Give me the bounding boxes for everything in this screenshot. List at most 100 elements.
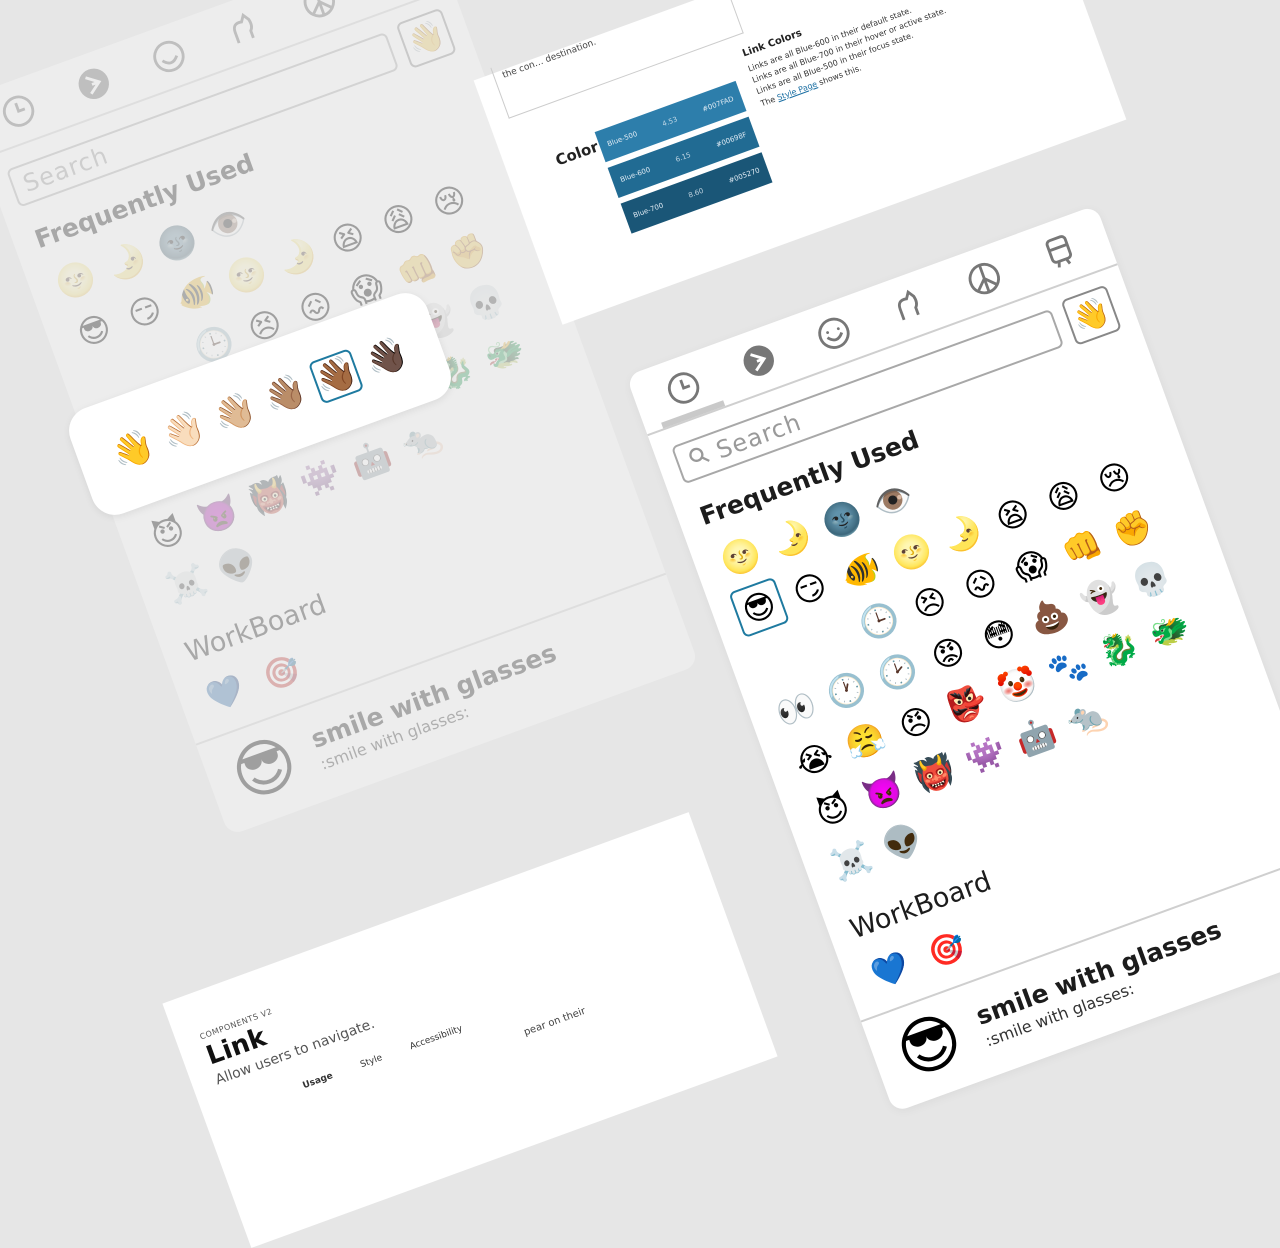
empty-cell [349, 138, 411, 200]
empty-cell [299, 157, 361, 219]
brand-b-icon[interactable] [734, 336, 783, 385]
emoji-cell[interactable]: 🐠 [830, 540, 892, 602]
emoji-cell[interactable]: 👺 [936, 673, 998, 735]
emoji-cell[interactable]: 🤖 [340, 429, 402, 491]
empty-cell [1153, 480, 1215, 542]
emoji-cell[interactable]: 👿 [853, 761, 915, 823]
skin-tone-option[interactable]: 👋🏿 [359, 330, 415, 386]
emoji-cell[interactable]: 😩 [368, 189, 430, 251]
emoji-cell[interactable]: 🌛 [96, 231, 158, 293]
emoji-cell[interactable]: 🌛 [761, 507, 823, 569]
emoji-cell[interactable]: 👽 [207, 535, 269, 597]
emoji-cell[interactable]: ☠️ [156, 554, 218, 616]
emoji-cell[interactable]: 😏 [779, 558, 841, 620]
emoji-cell[interactable]: 👁️ [862, 470, 924, 532]
emoji-cell[interactable]: 👿 [188, 484, 250, 546]
emoji-cell[interactable]: 😣 [899, 572, 961, 634]
emoji-cell[interactable]: 👾 [955, 724, 1017, 786]
color-heading: Color [553, 137, 601, 170]
brand-b-icon [69, 59, 118, 108]
swatch-name: Blue-700 [632, 201, 665, 220]
emoji-cell[interactable]: 😈 [137, 503, 199, 565]
emoji-cell[interactable]: 😩 [1033, 466, 1095, 528]
emoji-cell[interactable]: 🐠 [165, 263, 227, 325]
emoji-cell[interactable]: 👽 [872, 812, 934, 874]
emoji-cell[interactable]: 😳 [968, 604, 1030, 666]
emoji-cell[interactable]: 🐉 [1088, 618, 1150, 680]
emoji-cell[interactable]: 💩 [1019, 586, 1081, 648]
emoji-cell[interactable]: ☠️ [821, 830, 883, 892]
emoji-cell[interactable]: 🕒 [848, 590, 910, 652]
train-icon[interactable] [1035, 227, 1084, 276]
emoji-cell[interactable]: ✊ [1102, 498, 1164, 560]
emoji-cell[interactable]: 😢 [419, 171, 481, 233]
emoji-cell[interactable]: 🌛 [931, 503, 993, 565]
animal-icon[interactable] [885, 282, 934, 331]
doc-overline: COMPONENTS V2 [198, 1006, 274, 1042]
emoji-cell[interactable]: 😱 [1001, 535, 1063, 597]
emoji-cell[interactable]: 👊 [1051, 517, 1113, 579]
skin-tone-option[interactable]: 👋 [105, 422, 161, 478]
emoji-cell[interactable]: 👾 [290, 447, 352, 509]
emoji-cell[interactable]: 🌝 [45, 249, 107, 311]
link-doc-card: COMPONENTS V2 Link Allow users to naviga… [162, 812, 778, 1248]
emoji-cell[interactable]: 🕐 [816, 660, 878, 722]
skin-tone-option[interactable]: 👋🏾 [307, 348, 365, 405]
emoji-cell[interactable]: 🌝 [216, 244, 278, 306]
emoji-cell[interactable]: 🌚 [811, 489, 873, 551]
emoji-cell[interactable]: 😢 [1084, 447, 1146, 509]
emoji-cell[interactable]: 🐀 [391, 410, 453, 472]
emoji-cell[interactable]: 😎 [63, 300, 125, 362]
emoji-cell[interactable]: 🕑 [867, 641, 929, 703]
emoji-cell[interactable]: 👹 [904, 743, 966, 805]
clock-icon[interactable] [659, 364, 708, 413]
empty-cell [913, 452, 975, 514]
emoji-cell[interactable]: ✊ [437, 221, 499, 283]
emoji-cell[interactable]: 😏 [114, 281, 176, 343]
tab-style[interactable]: Style [359, 1053, 384, 1070]
emoji-cell[interactable]: 🐀 [1056, 687, 1118, 749]
emoji-cell[interactable]: 👻 [1070, 567, 1132, 629]
swatch-hex: #005270 [727, 166, 761, 185]
emoji-cell[interactable]: 😭 [784, 729, 846, 791]
swatch-name: Blue-500 [606, 129, 639, 149]
emoji-cell[interactable]: 😫 [317, 207, 379, 269]
emoji-cell[interactable]: 🤖 [1005, 706, 1067, 768]
emoji-cell[interactable]: 😫 [982, 484, 1044, 546]
empty-cell [798, 609, 860, 671]
empty-cell [1014, 415, 1076, 477]
emoji-cell[interactable]: 😡 [918, 623, 980, 685]
emoji-cell[interactable]: 👹 [239, 466, 301, 528]
skin-tone-option[interactable]: 👋🏼 [206, 385, 262, 441]
emoji-cell[interactable]: 🐲 [474, 323, 536, 385]
emoji-cell[interactable]: 😤 [835, 710, 897, 772]
emoji-cell[interactable]: 🐲 [1139, 600, 1201, 662]
emoji-cell[interactable]: 🌚 [146, 212, 208, 274]
emoji-cell[interactable]: 🤡 [987, 655, 1049, 717]
emoji-cell[interactable]: 💀 [1121, 549, 1183, 611]
peace-icon[interactable] [960, 254, 1009, 303]
target-emoji[interactable]: 🎯 [252, 644, 311, 703]
clock-icon [0, 87, 43, 136]
skin-tone-option[interactable]: 👋🏻 [156, 404, 212, 460]
emoji-cell[interactable]: 👁️ [197, 194, 259, 256]
emoji-cell[interactable]: 😠 [885, 692, 947, 754]
emoji-cell[interactable]: 😎 [728, 576, 790, 639]
blue-heart-emoji[interactable]: 💙 [196, 664, 255, 723]
skin-tone-option[interactable]: 👋🏽 [257, 367, 313, 423]
blue-heart-emoji[interactable]: 💙 [861, 941, 920, 1000]
emoji-cell[interactable]: 🌛 [266, 226, 328, 288]
emoji-cell[interactable]: 👀 [765, 678, 827, 740]
emoji-cell[interactable]: 👊 [386, 240, 448, 302]
target-emoji[interactable]: 🎯 [917, 920, 976, 979]
emoji-cell[interactable]: 🌝 [710, 526, 772, 588]
tab-usage[interactable]: Usage [302, 1071, 335, 1091]
emoji-cell[interactable]: 🐾 [1038, 637, 1100, 699]
swatch-name: Blue-600 [619, 165, 652, 184]
smiley-icon[interactable] [810, 309, 859, 358]
empty-cell [1157, 650, 1219, 712]
emoji-cell[interactable]: 😈 [802, 780, 864, 842]
emoji-cell[interactable]: 💀 [456, 272, 518, 334]
emoji-cell[interactable]: 🌝 [881, 521, 943, 583]
emoji-cell[interactable]: 😖 [950, 554, 1012, 616]
